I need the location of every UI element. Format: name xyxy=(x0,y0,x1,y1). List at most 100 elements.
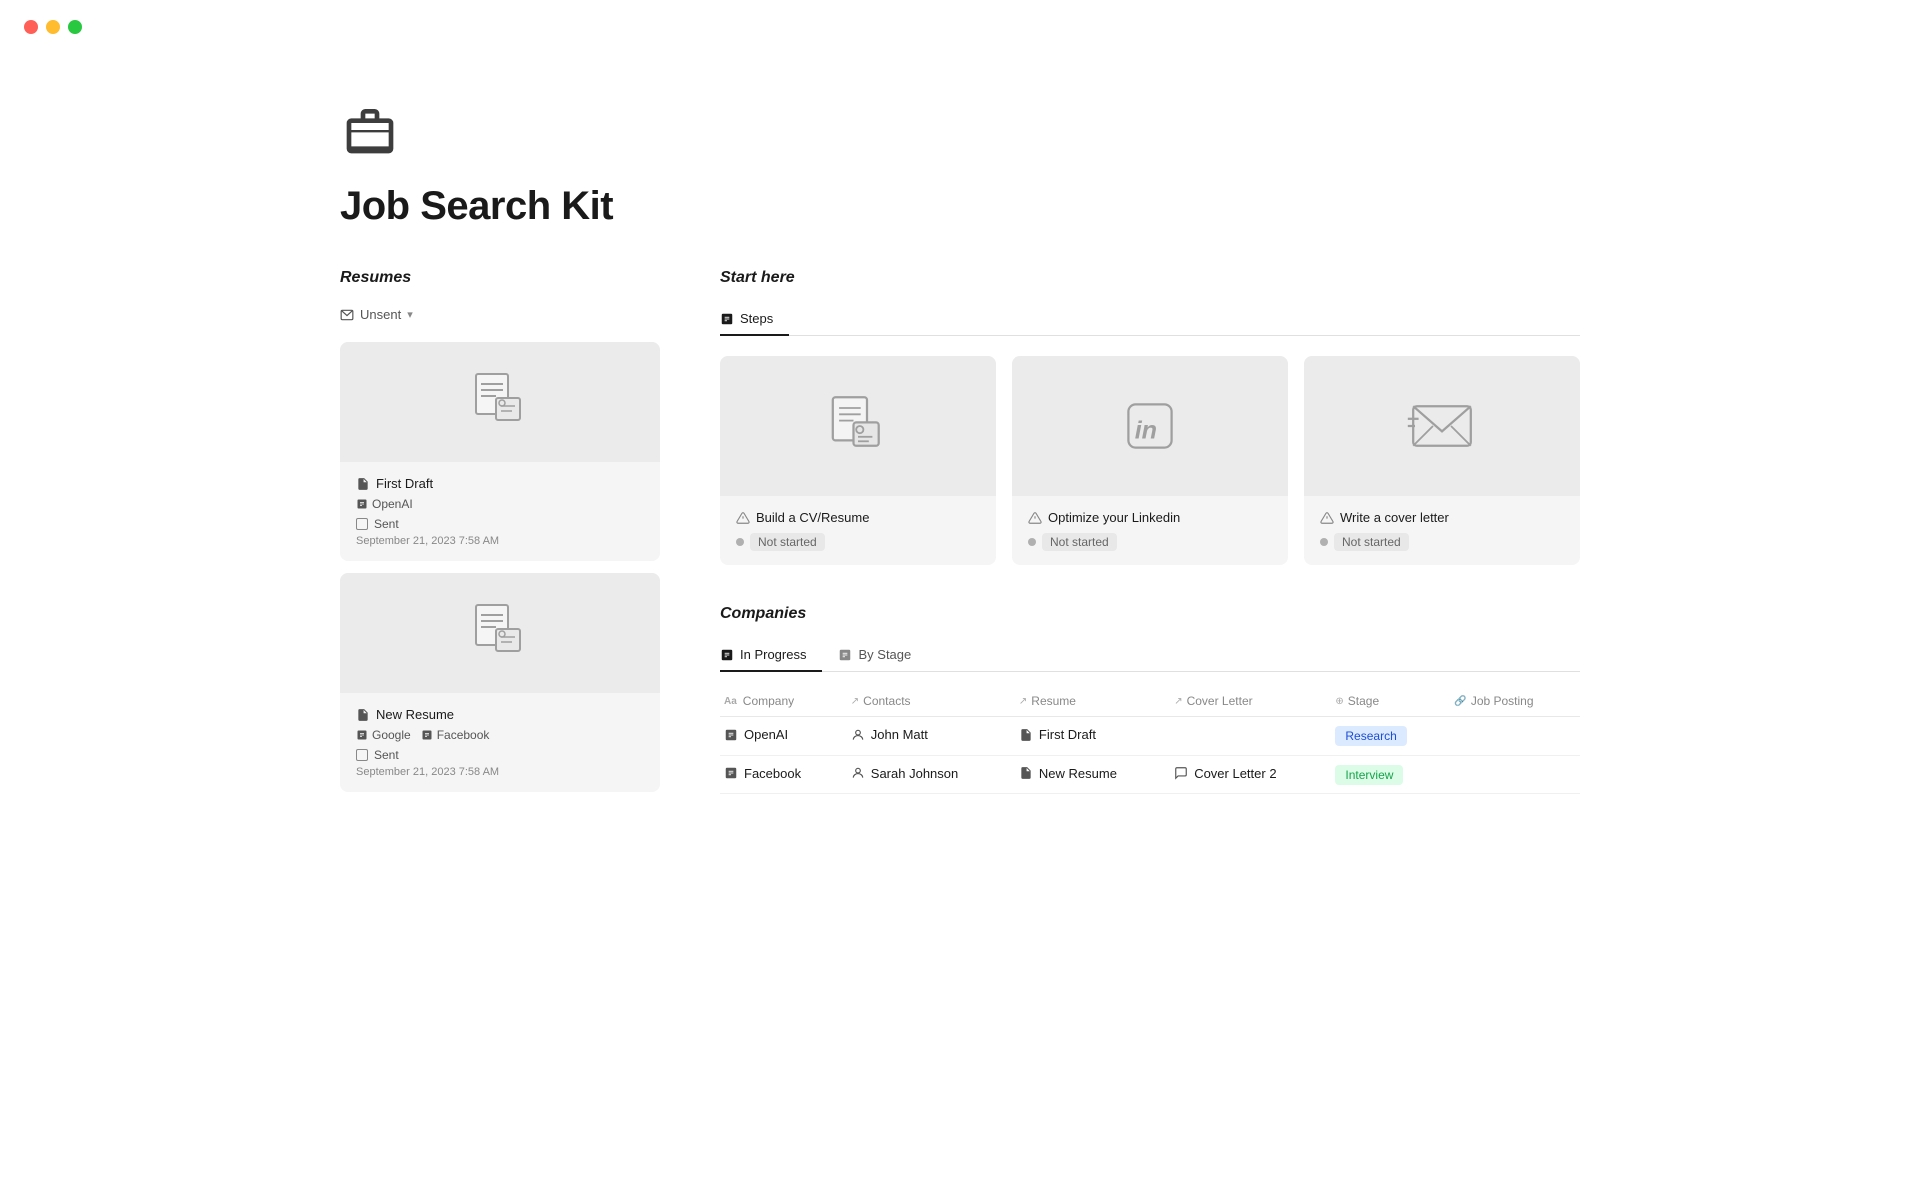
resume-card-title-1: First Draft xyxy=(356,476,644,491)
person-icon-openai xyxy=(851,728,865,742)
resume-card-first-draft[interactable]: First Draft OpenAI xyxy=(340,342,660,561)
progress-icon xyxy=(720,648,734,662)
checkbox-sent-2 xyxy=(356,749,368,761)
resume-title-1: First Draft xyxy=(376,476,433,491)
step-card-body-cover-letter: Write a cover letter Not started xyxy=(1304,496,1580,565)
envelope-icon xyxy=(340,308,354,322)
col-resume-label: Resume xyxy=(1031,694,1076,708)
step-card-image-cover-letter xyxy=(1304,356,1580,496)
resume-card-meta-2: Google Facebook xyxy=(356,728,644,742)
company-name-openai: OpenAI xyxy=(744,727,788,742)
stage-cell-facebook: Interview xyxy=(1331,755,1450,794)
company-cell-openai: OpenAI xyxy=(720,717,847,756)
start-here-section: Start here Steps xyxy=(720,269,1580,565)
unsent-filter[interactable]: Unsent ▾ xyxy=(340,303,660,326)
person-icon-facebook xyxy=(851,766,865,780)
company-label-facebook: Facebook xyxy=(437,728,490,742)
resume-cell-facebook: New Resume xyxy=(1015,755,1170,794)
company-icon-row-facebook xyxy=(724,766,738,780)
page-title: Job Search Kit xyxy=(340,184,1580,229)
resume-card-new-resume[interactable]: New Resume Google xyxy=(340,573,660,792)
step-card-image-linkedin: in xyxy=(1012,356,1288,496)
col-contacts: ↗ Contacts xyxy=(847,688,1015,717)
step-card-cover-letter[interactable]: Write a cover letter Not started xyxy=(1304,356,1580,565)
tab-by-stage[interactable]: By Stage xyxy=(838,639,927,672)
cover-letter-cell-facebook: Cover Letter 2 xyxy=(1170,755,1331,794)
resume-name-openai: First Draft xyxy=(1039,727,1096,742)
step-card-body-linkedin: Optimize your Linkedin Not started xyxy=(1012,496,1288,565)
cover-letter-icon-facebook xyxy=(1174,766,1188,780)
unsent-label: Unsent xyxy=(360,307,401,322)
col-cover-letter-label: Cover Letter xyxy=(1187,694,1253,708)
step-title-cover-letter: Write a cover letter xyxy=(1340,510,1449,525)
company-tag-facebook: Facebook xyxy=(421,728,490,742)
resume-thumbnail-icon-1 xyxy=(468,370,532,434)
resume-card-title-2: New Resume xyxy=(356,707,644,722)
warning-icon-cover-letter xyxy=(1320,511,1334,525)
table-row[interactable]: OpenAI John Matt xyxy=(720,717,1580,756)
start-here-heading: Start here xyxy=(720,269,1580,287)
step-card-cv[interactable]: Build a CV/Resume Not started xyxy=(720,356,996,565)
step-card-title-cv: Build a CV/Resume xyxy=(736,510,980,525)
contacts-facebook: Sarah Johnson xyxy=(851,766,958,781)
tab-by-stage-label: By Stage xyxy=(858,647,911,662)
step-title-cv: Build a CV/Resume xyxy=(756,510,869,525)
traffic-light-green[interactable] xyxy=(68,20,82,34)
resume-card-image-2 xyxy=(340,573,660,693)
traffic-light-red[interactable] xyxy=(24,20,38,34)
status-dot-cover-letter xyxy=(1320,538,1328,546)
resume-card-sent-2: Sent xyxy=(356,748,644,762)
traffic-lights xyxy=(0,0,106,54)
col-cover-letter: ↗ Cover Letter xyxy=(1170,688,1331,717)
companies-tabs: In Progress By Stage xyxy=(720,639,1580,672)
step-card-title-cover-letter: Write a cover letter xyxy=(1320,510,1564,525)
col-company: Aa Company xyxy=(720,688,847,717)
step-card-linkedin[interactable]: in Optimize your Linkedin xyxy=(1012,356,1288,565)
cv-icon xyxy=(822,390,894,462)
steps-grid: Build a CV/Resume Not started xyxy=(720,356,1580,565)
resume-thumbnail-icon-2 xyxy=(468,601,532,665)
chevron-down-icon: ▾ xyxy=(407,308,413,321)
status-dot-cv xyxy=(736,538,744,546)
tab-steps-label: Steps xyxy=(740,311,773,326)
tab-steps[interactable]: Steps xyxy=(720,303,789,336)
status-label-cv: Not started xyxy=(750,533,825,551)
company-name-facebook: Facebook xyxy=(744,766,801,781)
step-status-cv: Not started xyxy=(736,533,980,551)
main-content: Job Search Kit Resumes Unsent ▾ xyxy=(260,0,1660,884)
document-icon-openai xyxy=(1019,728,1033,742)
resume-title-2: New Resume xyxy=(376,707,454,722)
tab-in-progress[interactable]: In Progress xyxy=(720,639,822,672)
status-label-linkedin: Not started xyxy=(1042,533,1117,551)
job-posting-cell-facebook xyxy=(1450,755,1580,794)
document-icon xyxy=(356,477,370,491)
resume-cell-openai: First Draft xyxy=(1015,717,1170,756)
steps-tabs: Steps xyxy=(720,303,1580,336)
document-icon-2 xyxy=(356,708,370,722)
resume-card-image-1 xyxy=(340,342,660,462)
companies-heading: Companies xyxy=(720,605,1580,623)
col-company-label: Company xyxy=(743,694,794,708)
status-dot-linkedin xyxy=(1028,538,1036,546)
contacts-cell-facebook: Sarah Johnson xyxy=(847,755,1015,794)
step-status-linkedin: Not started xyxy=(1028,533,1272,551)
stage-col-icon: ⊕ xyxy=(1335,696,1343,707)
resume-card-sent-1: Sent xyxy=(356,517,644,531)
col-job-posting: 🔗 Job Posting xyxy=(1450,688,1580,717)
col-stage: ⊕ Stage xyxy=(1331,688,1450,717)
company-icon-google xyxy=(356,729,368,741)
resume-card-date-2: September 21, 2023 7:58 AM xyxy=(356,766,644,778)
svg-text:in: in xyxy=(1135,417,1157,445)
table-row[interactable]: Facebook Sarah Johnson xyxy=(720,755,1580,794)
stage-cell-openai: Research xyxy=(1331,717,1450,756)
contacts-openai: John Matt xyxy=(851,727,928,742)
companies-section: Companies In Progress xyxy=(720,605,1580,794)
traffic-light-yellow[interactable] xyxy=(46,20,60,34)
warning-icon-linkedin xyxy=(1028,511,1042,525)
arrow-icon-resume: ↗ xyxy=(1019,696,1027,707)
resume-name-facebook: New Resume xyxy=(1039,766,1117,781)
resume-card-meta-1: OpenAI xyxy=(356,497,644,511)
two-col-layout: Resumes Unsent ▾ xyxy=(340,269,1580,804)
contacts-name-facebook: Sarah Johnson xyxy=(871,766,958,781)
company-openai: OpenAI xyxy=(724,727,788,742)
